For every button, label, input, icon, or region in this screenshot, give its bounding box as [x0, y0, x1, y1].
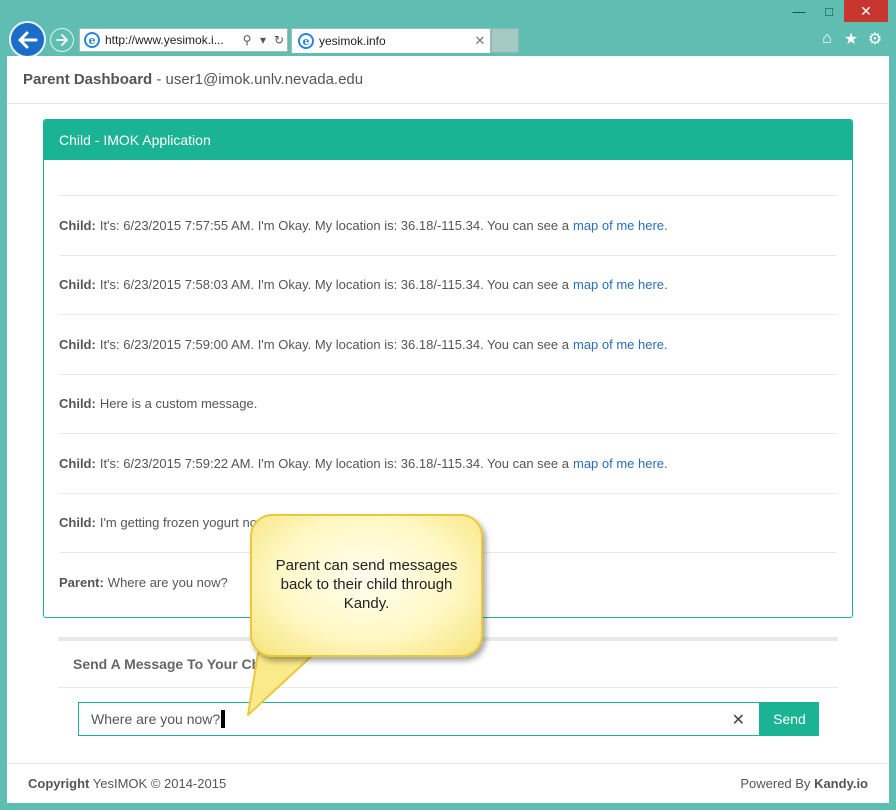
tab-close-icon[interactable]: ✕ — [470, 33, 490, 49]
new-tab-button[interactable] — [491, 28, 519, 53]
forward-arrow-icon — [56, 34, 68, 46]
callout-text: Parent can send messages back to their c… — [275, 557, 458, 612]
message-item: Child: It's: 6/23/2015 7:57:55 AM. I'm O… — [59, 196, 837, 256]
message-input-group: Where are you now? ✕ Send — [78, 702, 819, 736]
tab-title: yesimok.info — [319, 34, 386, 48]
message-sender: Child: — [59, 277, 96, 293]
message-sender: Child: — [59, 336, 96, 352]
favorites-star-icon[interactable]: ★ — [842, 30, 860, 48]
footer-copyright: Copyright YesIMOK © 2014-2015 — [28, 776, 226, 791]
text-cursor — [221, 710, 226, 728]
copyright-text: YesIMOK © 2014-2015 — [92, 776, 227, 791]
message-suffix: . — [664, 336, 668, 352]
message-text: It's: 6/23/2015 7:59:22 AM. I'm Okay. My… — [99, 455, 569, 471]
message-suffix: . — [664, 455, 668, 471]
address-url[interactable]: http://www.yesimok.i... — [105, 33, 239, 47]
tab-yesimok[interactable]: e yesimok.info ✕ — [291, 28, 491, 53]
dropdown-icon[interactable]: ▾ — [255, 33, 271, 47]
message-item: Child: Here is a custom message. — [59, 375, 837, 434]
callout-tooltip: Parent can send messages back to their c… — [250, 514, 483, 657]
home-icon[interactable]: ⌂ — [818, 30, 836, 48]
message-sender: Child: — [59, 396, 96, 412]
footer-powered-by: Powered By Kandy.io — [740, 776, 868, 791]
panel-title: Child - IMOK Application — [44, 120, 852, 160]
user-email: user1@imok.unlv.nevada.edu — [165, 71, 364, 88]
message-item: Child: It's: 6/23/2015 7:59:00 AM. I'm O… — [59, 315, 837, 375]
copyright-label: Copyright — [28, 776, 90, 791]
forward-button[interactable] — [50, 28, 74, 52]
tab-ie-logo-icon: e — [298, 33, 314, 49]
settings-gear-icon[interactable]: ⚙ — [866, 30, 884, 48]
map-link[interactable]: map of me here — [573, 456, 664, 471]
message-item: Child: It's: 6/23/2015 7:58:03 AM. I'm O… — [59, 256, 837, 315]
maximize-button[interactable]: □ — [814, 0, 844, 22]
message-sender: Parent: — [59, 575, 104, 591]
window-controls: — □ ✕ — [784, 0, 888, 24]
page-title: Parent Dashboard — [23, 71, 153, 88]
header-separator: - — [152, 71, 166, 88]
message-item: Child: It's: 6/23/2015 7:59:22 AM. I'm O… — [59, 434, 837, 494]
message-text: Where are you now? — [107, 575, 228, 591]
clear-x-icon[interactable]: ✕ — [732, 710, 745, 730]
send-button[interactable]: Send — [760, 702, 819, 736]
page-header: Parent Dashboard - user1@imok.unlv.nevad… — [7, 56, 889, 104]
browser-toolbar-icons: ⌂ ★ ⚙ — [818, 30, 884, 48]
minimize-button[interactable]: — — [784, 0, 814, 22]
back-button[interactable] — [9, 21, 46, 58]
message-text: It's: 6/23/2015 7:58:03 AM. I'm Okay. My… — [99, 277, 569, 293]
map-link[interactable]: map of me here — [573, 218, 664, 233]
message-suffix: . — [664, 217, 668, 233]
ie-logo-icon: e — [84, 32, 100, 48]
page-content: Parent Dashboard - user1@imok.unlv.nevad… — [7, 56, 889, 803]
address-bar[interactable]: e http://www.yesimok.i... ⚲ ▾ ↻ — [79, 28, 288, 52]
message-text: It's: 6/23/2015 7:57:55 AM. I'm Okay. My… — [99, 217, 569, 233]
message-input[interactable]: Where are you now? ✕ — [78, 702, 760, 736]
message-input-value: Where are you now? — [91, 711, 221, 727]
page-footer: Copyright YesIMOK © 2014-2015 Powered By… — [7, 763, 889, 803]
powered-by-label: Powered By — [740, 776, 811, 791]
close-button[interactable]: ✕ — [844, 0, 888, 22]
message-text: Here is a custom message. — [99, 396, 258, 412]
message-sender: Child: — [59, 217, 96, 233]
back-arrow-icon — [18, 31, 37, 48]
message-suffix: . — [664, 277, 668, 293]
message-sender: Child: — [59, 515, 96, 531]
message-list-top — [59, 160, 837, 196]
refresh-icon[interactable]: ↻ — [271, 33, 287, 47]
powered-by-brand: Kandy.io — [814, 776, 868, 791]
map-link[interactable]: map of me here — [573, 277, 664, 292]
message-text: I'm getting frozen yogurt no — [99, 515, 257, 531]
browser-chrome: — □ ✕ e http://www.yesimok.i... ⚲ ▾ ↻ e … — [0, 0, 896, 60]
search-icon[interactable]: ⚲ — [239, 33, 255, 47]
map-link[interactable]: map of me here — [573, 337, 664, 352]
message-sender: Child: — [59, 455, 96, 471]
message-text: It's: 6/23/2015 7:59:00 AM. I'm Okay. My… — [99, 336, 569, 352]
